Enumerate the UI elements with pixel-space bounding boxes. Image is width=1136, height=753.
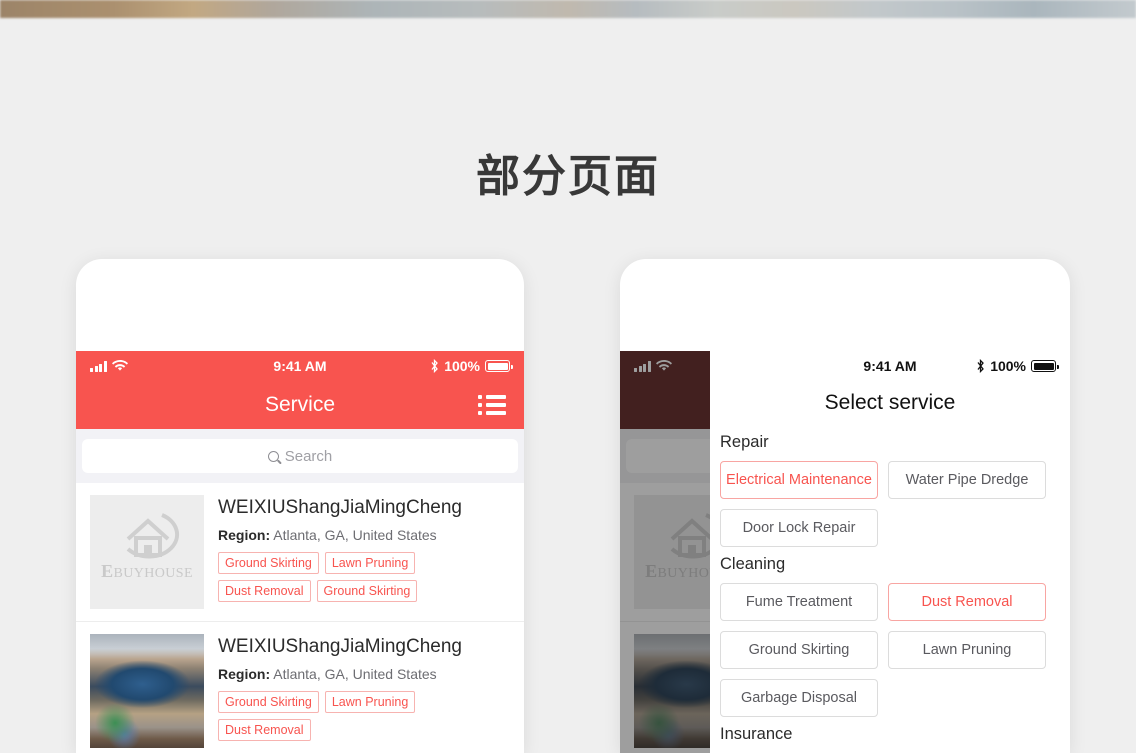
battery-full-icon <box>1031 360 1059 372</box>
status-bar-right: 9:41 AM 100% <box>710 351 1070 381</box>
merchant-region: Region: Atlanta, GA, United States <box>218 527 437 543</box>
merchant-thumbnail <box>90 634 204 748</box>
service-tag[interactable]: Ground Skirting <box>316 580 418 602</box>
merchant-name: WEIXIUShangJiaMingCheng <box>218 636 462 657</box>
bluetooth-icon <box>977 359 985 373</box>
status-bar-left-group <box>90 360 128 372</box>
status-bar-left-group <box>634 360 672 372</box>
category-title: Cleaning <box>720 555 786 573</box>
cellular-bars-icon <box>90 360 107 372</box>
modal-title: Select service <box>824 391 956 414</box>
service-tag[interactable]: Dust Removal <box>218 580 311 602</box>
battery-percent-label-right: 100% <box>990 358 1026 374</box>
service-tag[interactable]: Lawn Pruning <box>324 691 416 713</box>
list-item[interactable]: EBUYHOUSE WEIXIUShangJiaMingCheng Region… <box>76 483 524 622</box>
page-root: 部分页面 9:41 AM 100% Service Search EBUYHOU… <box>0 0 1136 753</box>
navbar-title: Service <box>264 393 336 416</box>
category-repair: Repair Electrical Maintenance Water Pipe… <box>710 433 1070 547</box>
cellular-bars-icon <box>634 360 651 372</box>
list-menu-row <box>478 411 506 415</box>
list-menu-row <box>478 395 506 399</box>
service-tag[interactable]: Dust Removal <box>218 719 311 741</box>
service-option-lawn-pruning[interactable]: Lawn Pruning <box>888 631 1046 669</box>
status-bar-right-group: 100% <box>976 358 1059 374</box>
category-title: Insurance <box>720 725 793 743</box>
service-tag-row: Ground Skirting Lawn Pruning Dust Remova… <box>218 691 510 741</box>
battery-full-icon <box>485 360 513 372</box>
merchant-region: Region: Atlanta, GA, United States <box>218 666 437 682</box>
top-photo-strip <box>0 0 1136 18</box>
service-option-door-lock-repair[interactable]: Door Lock Repair <box>720 509 878 547</box>
service-option-grid: Electrical Maintenance Water Pipe Dredge… <box>720 461 1060 547</box>
house-logo-icon <box>126 513 180 559</box>
navbar-left: Service <box>76 381 524 429</box>
service-tag[interactable]: Ground Skirting <box>218 552 319 574</box>
logo-wordmark: EBUYHOUSE <box>101 561 193 581</box>
hardware-photo <box>90 634 204 748</box>
service-list-screen: 9:41 AM 100% Service Search EBUYHOUSE WE… <box>76 351 524 753</box>
category-title: Repair <box>720 433 769 451</box>
service-tag[interactable]: Lawn Pruning <box>324 552 416 574</box>
battery-percent-label: 100% <box>444 358 480 374</box>
select-service-modal: 9:41 AM 100% Select service Repair Elect… <box>710 351 1070 753</box>
ebuyhouse-logo-placeholder: EBUYHOUSE <box>90 495 204 609</box>
list-menu-icon[interactable] <box>478 395 506 415</box>
list-menu-row <box>478 403 506 407</box>
search-placeholder: Search <box>284 447 333 465</box>
bluetooth-icon <box>431 359 439 373</box>
search-icon <box>267 450 279 462</box>
category-cleaning: Cleaning Fume Treatment Dust Removal Gro… <box>710 555 1070 717</box>
wifi-icon <box>655 360 672 371</box>
merchant-info: WEIXIUShangJiaMingCheng Region: Atlanta,… <box>218 634 510 748</box>
phone-mockup-left: 9:41 AM 100% Service Search EBUYHOUSE WE… <box>76 259 524 753</box>
service-tag-row: Ground Skirting Lawn Pruning Dust Remova… <box>218 552 510 602</box>
page-title: 部分页面 <box>476 151 660 202</box>
service-option-water-pipe-dredge[interactable]: Water Pipe Dredge <box>888 461 1046 499</box>
category-insurance: Insurance <box>710 725 1070 744</box>
merchant-thumbnail: EBUYHOUSE <box>90 495 204 609</box>
service-option-ground-skirting[interactable]: Ground Skirting <box>720 631 878 669</box>
service-list: EBUYHOUSE WEIXIUShangJiaMingCheng Region… <box>76 483 524 753</box>
service-option-fume-treatment[interactable]: Fume Treatment <box>720 583 878 621</box>
phone-mockup-right: Service Search <box>620 259 1070 753</box>
wifi-icon <box>111 360 128 371</box>
service-option-garbage-disposal[interactable]: Garbage Disposal <box>720 679 878 717</box>
status-bar-right-group: 100% <box>430 358 513 374</box>
merchant-name: WEIXIUShangJiaMingCheng <box>218 497 462 518</box>
select-service-screen: Service Search <box>620 351 1070 753</box>
search-bar-container: Search <box>76 429 524 483</box>
service-option-electrical-maintenance[interactable]: Electrical Maintenance <box>720 461 878 499</box>
service-tag[interactable]: Ground Skirting <box>218 691 319 713</box>
service-option-grid: Fume Treatment Dust Removal Ground Skirt… <box>720 583 1060 717</box>
search-input[interactable]: Search <box>82 439 518 473</box>
status-bar-left: 9:41 AM 100% <box>76 351 524 381</box>
merchant-info: WEIXIUShangJiaMingCheng Region: Atlanta,… <box>218 495 510 609</box>
list-item[interactable]: WEIXIUShangJiaMingCheng Region: Atlanta,… <box>76 622 524 753</box>
service-option-dust-removal[interactable]: Dust Removal <box>888 583 1046 621</box>
